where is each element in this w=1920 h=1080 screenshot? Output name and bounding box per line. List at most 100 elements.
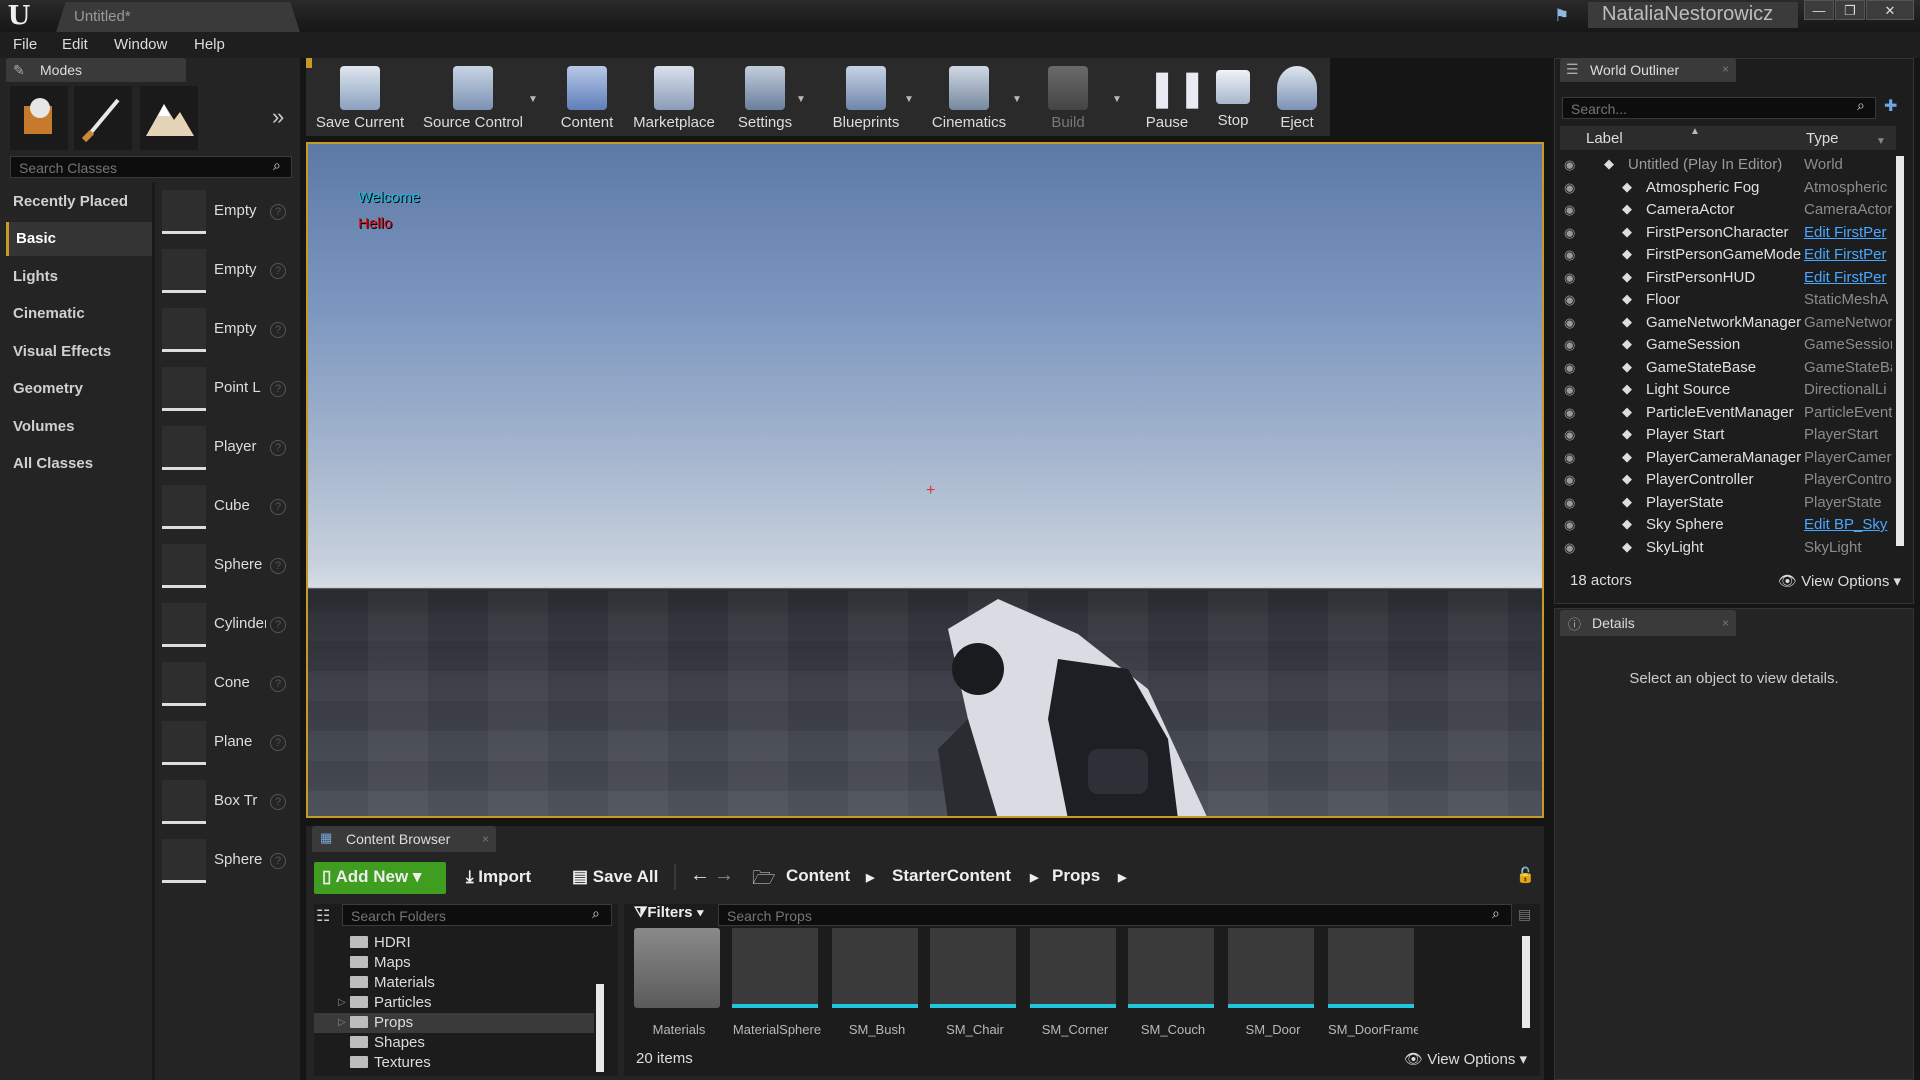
visibility-eye-icon[interactable]: ◉ [1564,247,1575,263]
breadcrumb-props[interactable]: Props [1052,866,1100,886]
save-all-button[interactable]: ▤ Save All [564,862,666,894]
cinematics-button[interactable]: Cinematics [928,60,1010,134]
place-item-plane[interactable]: Plane? [160,717,296,773]
outliner-row[interactable]: ◉ ◆ GameSession GameSession [1560,334,1896,356]
folder-shapes[interactable]: Shapes [350,1034,425,1054]
place-item-empty-pawn[interactable]: Empty? [160,304,296,360]
outliner-row[interactable]: ◉ ◆ Light Source DirectionalLi [1560,379,1896,401]
actor-type[interactable]: Edit FirstPer [1804,224,1892,241]
breadcrumb-arrow-icon[interactable]: ▶ [1030,871,1038,884]
maximize-icon[interactable]: ❐ [1835,0,1865,20]
visibility-eye-icon[interactable]: ◉ [1564,270,1575,286]
folder-particles[interactable]: Particles [350,994,432,1014]
search-props-field[interactable] [727,908,1503,924]
add-new-button[interactable]: ▯ Add New ▾ [314,862,446,894]
outliner-view-options-button[interactable]: 👁 View Options ▾ [1778,572,1901,590]
visibility-eye-icon[interactable]: ◉ [1564,180,1575,196]
folder-open-icon[interactable]: 🗁 [752,864,776,896]
minimize-icon[interactable]: — [1804,0,1834,20]
place-item-player-start[interactable]: Player? [160,422,296,478]
place-item-empty-character[interactable]: Empty? [160,245,296,301]
import-button[interactable]: ⤓ Import [458,862,539,894]
folder-props[interactable]: Props [350,1014,413,1034]
help-icon[interactable]: ? [270,499,286,515]
category-cinematic[interactable]: Cinematic [6,297,152,331]
help-icon[interactable]: ? [270,204,286,220]
settings-button[interactable]: Settings [732,60,798,134]
help-icon[interactable]: ? [270,735,286,751]
menu-help[interactable]: Help [194,36,225,53]
asset-tile[interactable]: SM_Door [1228,928,1318,1038]
details-tab[interactable]: Details [1560,610,1736,636]
search-folders-input[interactable] [342,904,612,926]
help-icon[interactable]: ? [270,322,286,338]
help-icon[interactable]: ? [270,381,286,397]
asset-tile[interactable]: SM_Bush [832,928,922,1038]
actor-type[interactable]: Edit FirstPer [1804,269,1892,286]
outliner-row[interactable]: ◉ ◆ Atmospheric Fog Atmospheric [1560,177,1896,199]
help-icon[interactable]: ? [270,853,286,869]
menu-window[interactable]: Window [114,36,167,53]
category-recently-placed[interactable]: Recently Placed [6,185,152,219]
outliner-row[interactable]: ◉ ◆ FirstPersonGameMode Edit FirstPer [1560,244,1896,266]
outliner-row[interactable]: ◉ ◆ PlayerCameraManager PlayerCamer [1560,447,1896,469]
visibility-eye-icon[interactable]: ◉ [1564,495,1575,511]
close-icon[interactable]: ✕ [1866,0,1914,20]
build-button[interactable]: Build [1042,60,1094,134]
breadcrumb-arrow-icon[interactable]: ▶ [866,871,874,884]
visibility-eye-icon[interactable]: ◉ [1564,540,1575,556]
content-button[interactable]: Content [556,60,618,134]
outliner-row[interactable]: ◉ ◆ Untitled (Play In Editor) World [1560,154,1896,176]
close-tab-icon[interactable]: × [1722,616,1729,630]
help-icon[interactable]: ? [270,676,286,692]
search-classes-input[interactable] [10,156,292,178]
search-folders-field[interactable] [351,908,603,924]
asset-tile[interactable]: SM_DoorFrame [1328,928,1418,1038]
visibility-eye-icon[interactable]: ◉ [1564,292,1575,308]
outliner-row[interactable]: ◉ ◆ GameStateBase GameStateBa [1560,357,1896,379]
expand-arrow-icon[interactable]: ▷ [338,1017,346,1028]
asset-tile[interactable]: SM_Chair [930,928,1020,1038]
visibility-eye-icon[interactable]: ◉ [1564,225,1575,241]
category-lights[interactable]: Lights [6,260,152,294]
visibility-eye-icon[interactable]: ◉ [1564,157,1575,173]
source-control-button[interactable]: Source Control [418,60,528,134]
pause-button[interactable]: ❚❚ Pause [1140,60,1208,134]
outliner-row[interactable]: ◉ ◆ PlayerState PlayerState [1560,492,1896,514]
outliner-row[interactable]: ◉ ◆ Player Start PlayerStart [1560,424,1896,446]
breadcrumb-startercontent[interactable]: StarterContent [892,866,1011,886]
visibility-eye-icon[interactable]: ◉ [1564,337,1575,353]
place-item-sphere-reflection[interactable]: Sphere? [160,835,296,891]
close-tab-icon[interactable]: × [482,832,489,846]
visibility-eye-icon[interactable]: ◉ [1564,360,1575,376]
filters-button[interactable]: ⧩Filters ▾ [634,904,704,921]
outliner-search-input[interactable] [1562,97,1876,119]
outliner-row[interactable]: ◉ ◆ FirstPersonCharacter Edit FirstPer [1560,222,1896,244]
asset-tile[interactable]: SM_Corner [1030,928,1120,1038]
folder-textures[interactable]: Textures [350,1054,431,1074]
expand-arrow-icon[interactable]: ▷ [338,997,346,1008]
save-current-button[interactable]: Save Current [312,60,408,134]
outliner-row[interactable]: ◉ ◆ FirstPersonHUD Edit FirstPer [1560,267,1896,289]
visibility-eye-icon[interactable]: ◉ [1564,427,1575,443]
landscape-mode-icon[interactable] [140,86,198,150]
asset-scrollbar[interactable] [1522,936,1530,1028]
column-type-header[interactable]: Type [1806,130,1839,147]
assets-view-options-button[interactable]: 👁 View Options ▾ [1404,1050,1527,1068]
source-control-dropdown-icon[interactable]: ▼ [528,94,538,105]
place-mode-icon[interactable] [10,86,68,150]
place-item-empty-actor[interactable]: Empty? [160,186,296,242]
place-item-cube[interactable]: Cube? [160,481,296,537]
help-icon[interactable]: ? [270,558,286,574]
build-dropdown-icon[interactable]: ▼ [1112,94,1122,105]
marketplace-button[interactable]: Marketplace [628,60,720,134]
menu-file[interactable]: File [13,36,37,53]
content-browser-tab[interactable]: Content Browser [312,826,496,852]
visibility-eye-icon[interactable]: ◉ [1564,202,1575,218]
visibility-eye-icon[interactable]: ◉ [1564,405,1575,421]
visibility-eye-icon[interactable]: ◉ [1564,517,1575,533]
add-filter-icon[interactable]: ✚ [1884,96,1897,116]
document-tab[interactable]: Untitled* [56,2,300,32]
world-outliner-tab[interactable]: World Outliner [1560,58,1736,82]
search-props-input[interactable] [718,904,1512,926]
